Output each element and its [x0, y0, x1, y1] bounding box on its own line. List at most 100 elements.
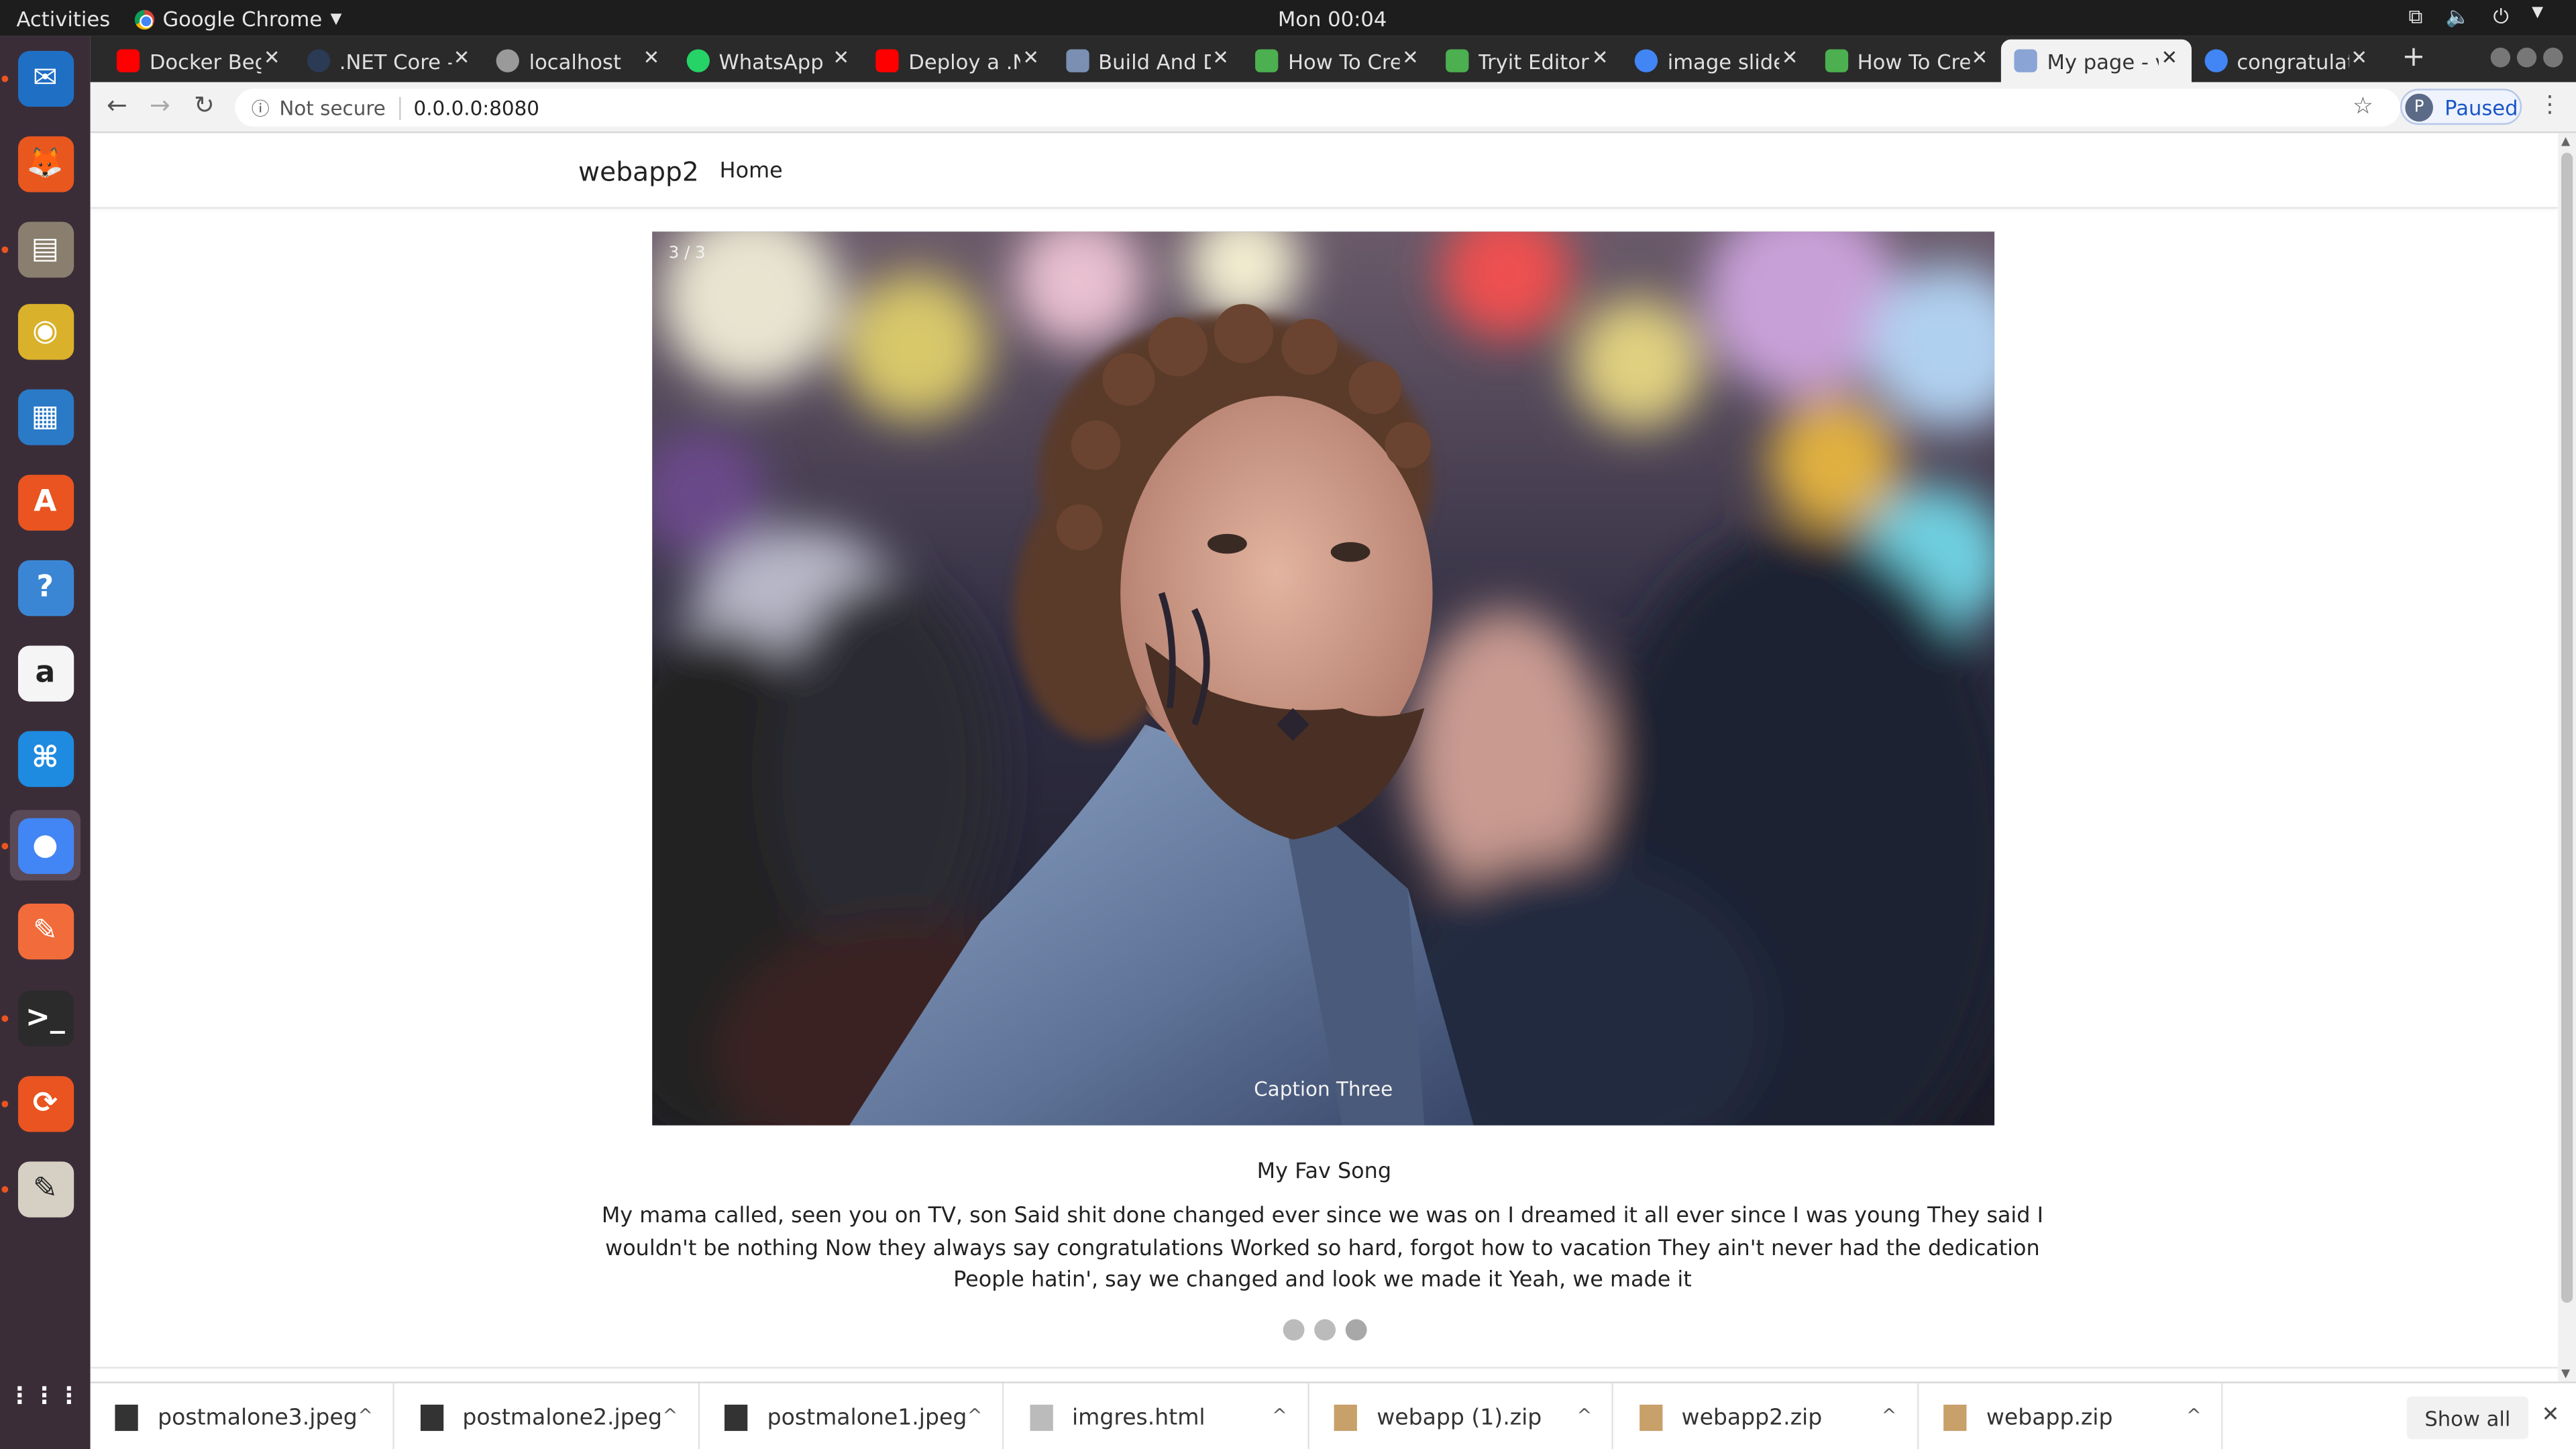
tryit-icon [1255, 49, 1279, 72]
chevron-up-icon[interactable]: ^ [358, 1405, 373, 1426]
show-all-button[interactable]: Show all [2406, 1396, 2529, 1440]
nav-home-link[interactable]: Home [720, 160, 783, 184]
site-brand[interactable]: webapp2 [578, 156, 699, 188]
dock-chrome[interactable]: ● [9, 810, 81, 881]
software-updater-icon: ⟳ [17, 1075, 73, 1132]
browser-tab[interactable]: Tryit Editor ✕ [1432, 40, 1621, 83]
download-item[interactable]: webapp2.zip ^ [1614, 1383, 1919, 1449]
download-item[interactable]: webapp.zip ^ [1919, 1383, 2223, 1449]
back-icon[interactable]: ← [107, 91, 127, 120]
dock-thunderbird[interactable]: ✉ [10, 43, 80, 113]
slide-dot[interactable] [1282, 1319, 1304, 1341]
minimize-button[interactable] [2490, 48, 2511, 68]
close-tab-icon[interactable]: ✕ [264, 46, 280, 69]
tab-title: Docker Beg [149, 48, 262, 73]
file-icon [1029, 1403, 1053, 1430]
slide-counter: 3 / 3 [668, 244, 706, 263]
dock-libreoffice-impress[interactable]: ▦ [10, 381, 80, 451]
download-item[interactable]: postmalone3.jpeg ^ [91, 1383, 394, 1449]
browser-tab[interactable]: Docker Beg ✕ [103, 40, 293, 83]
download-filename: postmalone1.jpeg [767, 1403, 967, 1430]
browser-tab[interactable]: image slide ✕ [1621, 40, 1811, 83]
maximize-button[interactable] [2516, 48, 2537, 68]
browser-tab[interactable]: localhost ✕ [483, 40, 673, 83]
chevron-up-icon[interactable]: ^ [2186, 1405, 2202, 1426]
download-item[interactable]: postmalone1.jpeg ^ [700, 1383, 1004, 1449]
app-icon [1065, 49, 1089, 72]
browser-tab[interactable]: My page - v ✕ [2000, 39, 2191, 83]
dock-rhythmbox[interactable]: ◉ [10, 296, 80, 366]
dock-vscode[interactable]: ⌘ [10, 723, 80, 794]
dock-postman[interactable]: ✎ [10, 896, 80, 966]
close-tab-icon[interactable]: ✕ [1782, 46, 1799, 69]
browser-tab[interactable]: .NET Core - ✕ [293, 40, 483, 83]
close-tab-icon[interactable]: ✕ [453, 46, 470, 69]
browser-tab[interactable]: Build And D ✕ [1053, 40, 1242, 83]
scroll-up-icon[interactable]: ▲ [2561, 135, 2570, 148]
dock-files[interactable]: ▤ [10, 213, 80, 284]
tab-title: My page - v [2047, 48, 2159, 73]
toolbar: ← → ↻ ⓘ Not secure 0.0.0.0:8080 ☆ P Paus… [90, 82, 2576, 133]
download-item[interactable]: imgres.html ^ [1005, 1383, 1309, 1449]
chevron-up-icon[interactable]: ^ [1272, 1405, 1287, 1426]
browser-tab[interactable]: congratulat ✕ [2191, 40, 2381, 83]
dock-app-grid[interactable]: ⋮⋮⋮ [8, 1360, 80, 1431]
close-tab-icon[interactable]: ✕ [1972, 46, 1988, 69]
network-icon: ⧉ [2408, 5, 2423, 28]
scroll-down-icon[interactable]: ▼ [2561, 1367, 2570, 1381]
close-icon[interactable]: ✕ [2542, 1403, 2560, 1428]
dock-software-center[interactable]: A [10, 467, 80, 537]
scrollbar-thumb[interactable] [2561, 152, 2573, 1303]
close-tab-icon[interactable]: ✕ [1212, 46, 1229, 69]
tab-strip: + Docker Beg ✕ .NET Core - ✕ localhost ✕ Whats… [90, 36, 2576, 83]
browser-tab[interactable]: Deploy a .N ✕ [863, 40, 1053, 83]
close-tab-icon[interactable]: ✕ [2351, 46, 2367, 69]
tab-title: Build And D [1098, 48, 1210, 73]
reload-icon[interactable]: ↻ [194, 91, 215, 120]
slideshow-image: 3 / 3 Caption Three [652, 231, 1995, 1126]
dock-firefox[interactable]: 🦊 [10, 128, 80, 199]
close-tab-icon[interactable]: ✕ [1022, 46, 1039, 69]
dock-amazon[interactable]: a [10, 637, 80, 708]
chevron-up-icon[interactable]: ^ [967, 1405, 983, 1426]
dock-terminal[interactable]: >_ [10, 983, 80, 1053]
close-window-button[interactable] [2543, 48, 2563, 68]
slide-dot[interactable] [1344, 1319, 1366, 1341]
chevron-up-icon[interactable]: ^ [1882, 1405, 1897, 1426]
system-top-bar: Activities Google Chrome ▼ Mon 00:04 ⧉ 🔈… [0, 0, 2576, 36]
close-tab-icon[interactable]: ✕ [1402, 46, 1419, 69]
close-tab-icon[interactable]: ✕ [1592, 46, 1609, 69]
menu-kebab-icon[interactable]: ⋮ [2538, 92, 2561, 118]
dock-help[interactable]: ? [10, 552, 80, 623]
download-item[interactable]: postmalone2.jpeg ^ [395, 1383, 700, 1449]
security-label: Not secure [279, 96, 386, 119]
dock-software-updater[interactable]: ⟳ [10, 1068, 80, 1138]
close-tab-icon[interactable]: ✕ [833, 46, 849, 69]
close-tab-icon[interactable]: ✕ [2161, 46, 2178, 69]
avatar: P [2405, 93, 2433, 121]
help-icon: ? [17, 559, 73, 616]
profile-button[interactable]: P Paused [2400, 89, 2522, 125]
download-item[interactable]: webapp (1).zip ^ [1309, 1383, 1613, 1449]
close-tab-icon[interactable]: ✕ [643, 46, 660, 69]
browser-tab[interactable]: How To Cre ✕ [1811, 40, 2001, 83]
info-icon[interactable]: ⓘ [252, 95, 270, 121]
url-text[interactable]: 0.0.0.0:8080 [413, 96, 539, 119]
download-filename: webapp (1).zip [1377, 1403, 1542, 1430]
slide-dot[interactable] [1313, 1319, 1335, 1341]
running-indicator [1, 246, 9, 254]
clock[interactable]: Mon 00:04 [0, 7, 2576, 32]
whatsapp-icon [686, 49, 709, 72]
postman-icon: ✎ [17, 902, 73, 959]
chevron-up-icon[interactable]: ^ [663, 1405, 678, 1426]
forward-icon[interactable]: → [150, 91, 170, 120]
new-tab-button[interactable]: + [2402, 41, 2425, 74]
browser-tab[interactable]: How To Cre ✕ [1242, 40, 1432, 83]
system-tray[interactable]: ⧉ 🔈 ⏻ ▼ [2408, 5, 2543, 30]
browser-tab[interactable]: WhatsApp ✕ [673, 40, 863, 83]
dock-text-editor[interactable]: ✎ [10, 1153, 80, 1224]
bookmark-star-icon[interactable]: ☆ [2353, 94, 2373, 120]
page-scrollbar[interactable]: ▲ ▼ [2558, 133, 2576, 1382]
chevron-up-icon[interactable]: ^ [1577, 1405, 1593, 1426]
address-bar[interactable]: ⓘ Not secure 0.0.0.0:8080 [235, 89, 2400, 127]
